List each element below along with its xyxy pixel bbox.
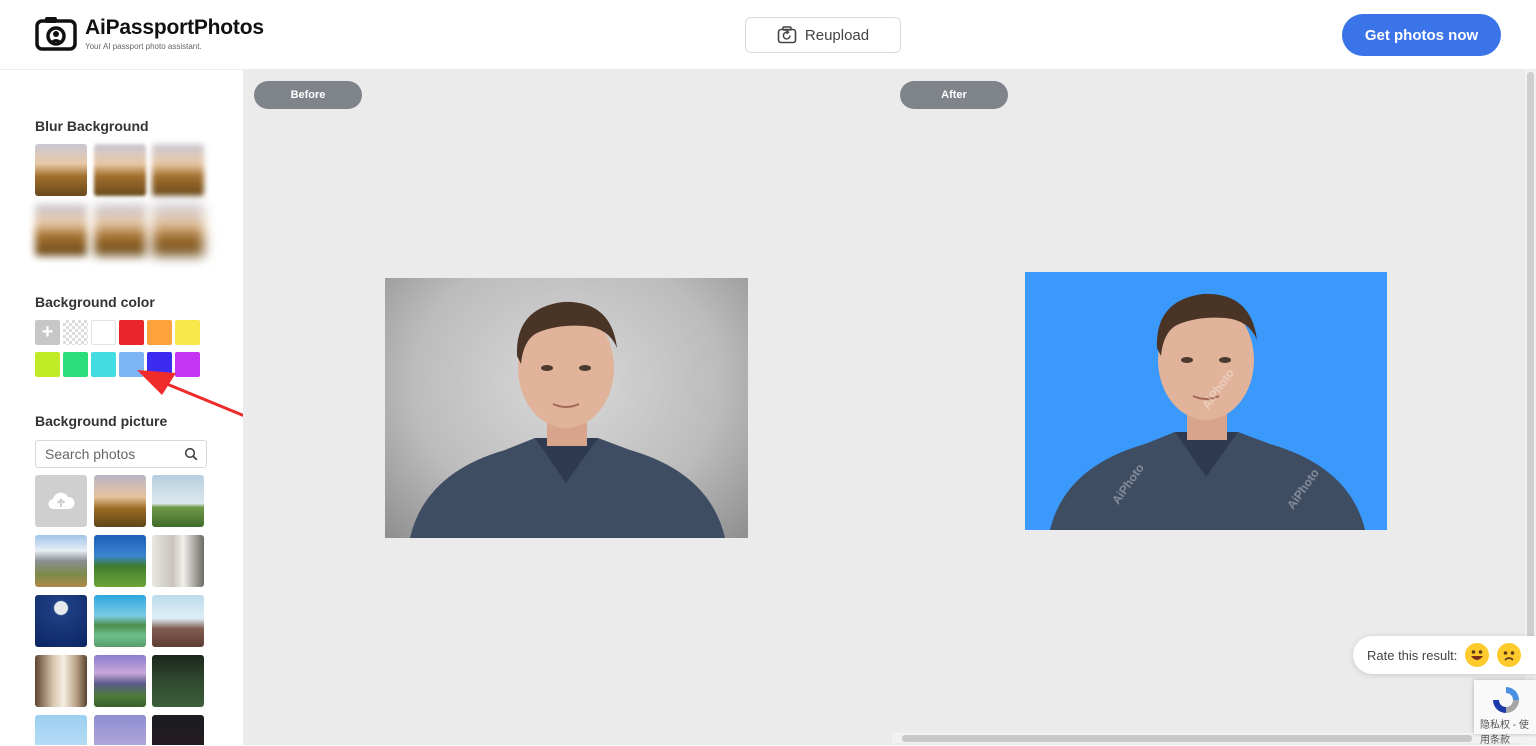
after-photo: AiPhoto AiPhoto AiPhoto (1025, 272, 1387, 530)
background-picture-purple-mountains[interactable] (94, 655, 146, 707)
after-label: After (900, 81, 1008, 109)
color-swatch-lime[interactable] (35, 352, 60, 377)
color-swatch-cyan[interactable] (91, 352, 116, 377)
camera-rotate-icon (777, 26, 797, 44)
color-swatch-transparent[interactable] (63, 320, 88, 345)
logo-title[interactable]: AiPassportPhotos (85, 16, 264, 40)
horizontal-scrollbar-thumb[interactable] (902, 735, 1472, 742)
color-swatch-white[interactable] (91, 320, 116, 345)
reupload-button[interactable]: Reupload (745, 17, 901, 53)
get-photos-button[interactable]: Get photos now (1342, 14, 1501, 56)
blur-option-6[interactable] (152, 204, 204, 256)
before-label: Before (254, 81, 362, 109)
background-picture-tree-field[interactable] (152, 475, 204, 527)
background-picture-mountains[interactable] (35, 535, 87, 587)
color-swatch-yellow[interactable] (175, 320, 200, 345)
rate-result-widget: Rate this result: (1353, 636, 1536, 674)
color-swatch-red[interactable] (119, 320, 144, 345)
happy-face-icon[interactable] (1465, 643, 1490, 667)
blur-background-title: Blur Background (35, 118, 149, 134)
color-swatch-orange[interactable] (147, 320, 172, 345)
reupload-label: Reupload (804, 26, 870, 44)
background-picture-interior[interactable] (152, 535, 204, 587)
background-picture-window[interactable] (35, 655, 87, 707)
search-icon[interactable] (184, 447, 198, 461)
blur-option-1[interactable] (35, 144, 87, 196)
blur-option-3[interactable] (152, 144, 204, 196)
before-photo (385, 278, 748, 538)
logo-subtitle: Your AI passport photo assistant. (85, 42, 202, 51)
cloud-upload-icon (48, 492, 75, 510)
custom-color-button[interactable]: + (35, 320, 60, 345)
header: AiPassportPhotos Your AI passport photo … (0, 0, 1536, 70)
search-photos-input[interactable] (36, 441, 206, 467)
rate-label: Rate this result: (1367, 647, 1458, 663)
background-picture-car-tree[interactable] (94, 595, 146, 647)
search-photos-box (35, 440, 207, 468)
background-picture-dark-forest[interactable] (152, 655, 204, 707)
sad-face-icon[interactable] (1497, 643, 1522, 667)
background-picture-sky[interactable] (35, 715, 87, 745)
background-color-title: Background color (35, 294, 155, 310)
background-picture-valley[interactable] (94, 535, 146, 587)
person-portrait (410, 301, 725, 538)
recaptcha-terms[interactable]: 隐私权 - 使用条款 (1480, 716, 1536, 746)
color-swatch-green[interactable] (63, 352, 88, 377)
preview-area: Before After AiPhoto AiPhoto AiPhoto (243, 70, 1525, 745)
blur-option-4[interactable] (35, 204, 87, 256)
vertical-scrollbar-thumb[interactable] (1527, 72, 1534, 642)
background-picture-dusk[interactable] (94, 715, 146, 745)
blur-option-5[interactable] (94, 204, 146, 256)
camera-logo-icon[interactable] (35, 15, 77, 51)
background-picture-moon[interactable] (35, 595, 87, 647)
recaptcha-icon (1493, 687, 1519, 713)
blur-option-2[interactable] (94, 144, 146, 196)
background-picture-balloons[interactable] (94, 475, 146, 527)
upload-background-button[interactable] (35, 475, 87, 527)
background-picture-dark[interactable] (152, 715, 204, 745)
background-picture-field-sky[interactable] (152, 595, 204, 647)
